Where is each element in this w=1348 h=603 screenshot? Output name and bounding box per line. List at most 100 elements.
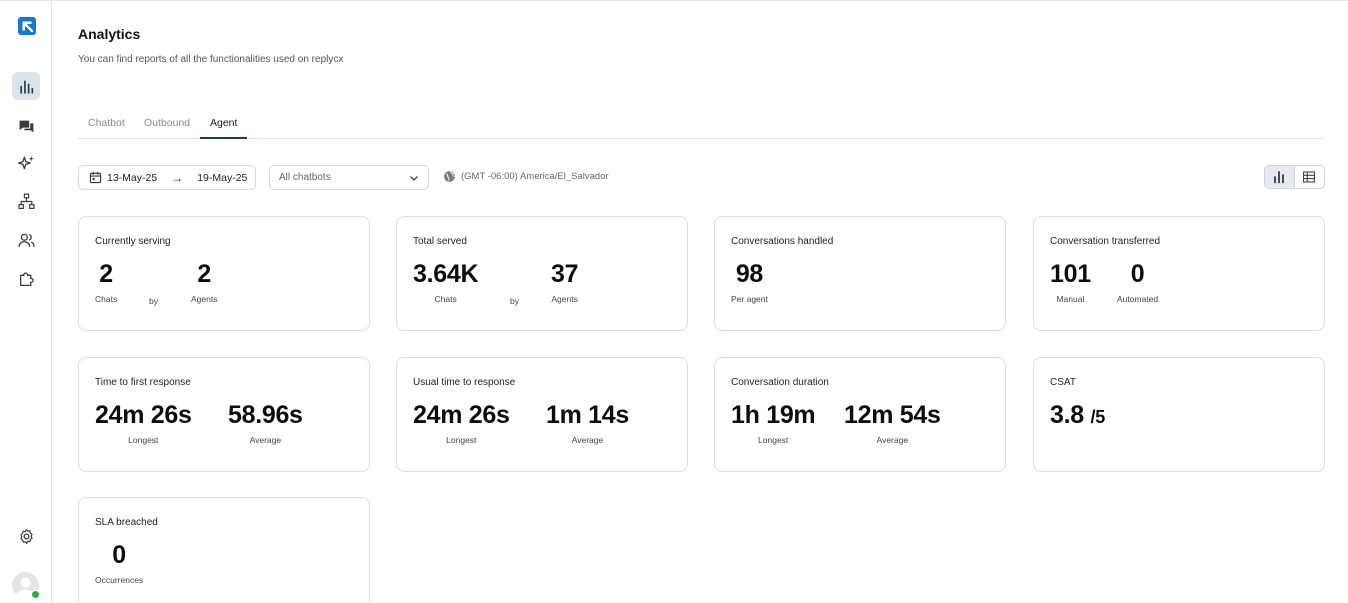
sidebar-item-conversations[interactable] [12,112,40,140]
metric-label: Agents [191,294,218,304]
timezone-indicator: (GMT -06:00) America/El_Salvador [443,170,609,183]
metric-label: Agents [551,294,578,304]
metric-value: 37 [551,260,579,288]
by-label: by [510,296,519,306]
metric-value: 58.96s [228,401,303,429]
card-title: Time to first response [95,377,191,388]
card-usual-time-to-response: Usual time to response 24m 26s Longest 1… [396,357,688,472]
metric-longest: 24m 26s Longest [95,400,192,445]
metric-label: Manual [1056,294,1085,304]
metric-value: 2 [197,260,212,288]
metric-chats: 3.64K Chats [413,259,479,304]
globe-icon [444,171,455,182]
metric-label: Average [571,435,604,445]
metric-agents: 2 Agents [191,259,217,304]
calendar-icon [89,171,102,184]
metric-label: Chats [95,294,118,304]
metric-average: 1m 14s Average [546,400,629,445]
sidebar-item-flows[interactable] [12,187,40,215]
arrow-right-icon: → [171,170,184,185]
replycx-logo[interactable] [17,16,37,36]
view-toggle [1264,165,1325,189]
metric-value: 3.64K [413,260,479,288]
card-title: Currently serving [95,236,171,247]
metric-value: 2 [99,260,113,288]
card-title: Conversation transferred [1050,236,1161,247]
bar-chart-icon [1274,171,1285,184]
sidebar-item-ai[interactable] [12,149,40,177]
by-label: by [149,296,158,306]
metric-label: Average [249,435,282,445]
metric-label: Longest [446,435,477,445]
card-title: Usual time to response [413,377,516,388]
card-currently-serving: Currently serving 2 Chats by 2 Agents [78,216,370,331]
table-icon [1303,171,1316,183]
metric-value: 24m 26s [95,401,192,429]
card-csat: CSAT 3.8 /5 [1033,357,1325,472]
card-title: Total served [413,236,467,247]
metric-label: Automated [1117,294,1159,304]
card-conversation-transferred: Conversation transferred 101 Manual 0 Au… [1033,216,1325,331]
bar-chart-icon [19,79,33,94]
metric-occurrences: 0 Occurrences [95,540,143,585]
metric-label: Longest [128,435,159,445]
metric-chats: 2 Chats [95,259,117,304]
report-tabs: Chatbot Outbound Agent [78,109,1325,139]
metric-value: 12m 54s [844,401,941,429]
table-view-button[interactable] [1295,166,1324,188]
metric-automated: 0 Automated [1117,259,1158,304]
metric-manual: 101 Manual [1050,259,1091,304]
card-time-to-first-response: Time to first response 24m 26s Longest 5… [78,357,370,472]
sitemap-icon [17,192,35,209]
tab-agent[interactable]: Agent [200,117,248,139]
date-to: 19-May-25 [197,171,248,184]
chart-view-button[interactable] [1265,166,1295,188]
metric-label: Longest [758,435,789,445]
metric-value: 1h 19m [731,401,816,429]
metric-csat: 3.8 /5 [1050,400,1105,432]
chevron-down-icon [410,176,418,181]
metric-label: Occurrences [95,575,144,585]
metric-per-agent: 98 Per agent [731,259,768,304]
metric-value: 24m 26s [413,401,510,429]
page-subtitle: You can find reports of all the function… [78,54,344,65]
card-total-served: Total served 3.64K Chats by 37 Agents [396,216,688,331]
users-icon [17,233,35,247]
tab-outbound[interactable]: Outbound [134,117,200,139]
metric-agents: 37 Agents [551,259,579,304]
metric-value: 0 [1130,260,1145,288]
sidebar-item-users[interactable] [12,226,40,254]
card-conversation-duration: Conversation duration 1h 19m Longest 12m… [714,357,1006,472]
csat-score: 3.8 [1050,401,1084,429]
card-conversations-handled: Conversations handled 98 Per agent [714,216,1006,331]
online-status-indicator [31,590,40,599]
page-title: Analytics [78,26,141,42]
chat-icon [19,120,33,132]
metric-longest: 24m 26s Longest [413,400,510,445]
gear-icon [19,528,33,544]
metric-value: 1m 14s [546,401,629,429]
sparkles-icon [17,155,34,169]
card-title: Conversations handled [731,236,834,247]
metric-label: Average [876,435,909,445]
metric-average: 12m 54s Average [844,400,941,445]
tab-chatbot[interactable]: Chatbot [78,117,135,139]
timezone-text: (GMT -06:00) America/El_Salvador [461,171,609,182]
chatbot-select-value: All chatbots [279,172,331,183]
metric-label: Per agent [731,294,768,304]
metric-label: Chats [434,294,457,304]
sidebar [0,1,52,603]
chatbot-select[interactable]: All chatbots [269,165,429,190]
metric-value: 0 [112,541,126,569]
csat-scale: /5 [1090,407,1106,427]
card-title: Conversation duration [731,377,829,388]
date-range-picker[interactable]: 13-May-25 → 19-May-25 [78,165,256,190]
sidebar-item-integrations[interactable] [12,264,40,292]
metric-value: 3.8 /5 [1050,400,1105,432]
sidebar-item-analytics[interactable] [12,72,40,100]
card-sla-breached: SLA breached 0 Occurrences [78,497,370,603]
metric-value: 101 [1050,260,1091,288]
puzzle-icon [19,271,34,286]
sidebar-item-settings[interactable] [12,522,40,550]
metric-average: 58.96s Average [228,400,303,445]
